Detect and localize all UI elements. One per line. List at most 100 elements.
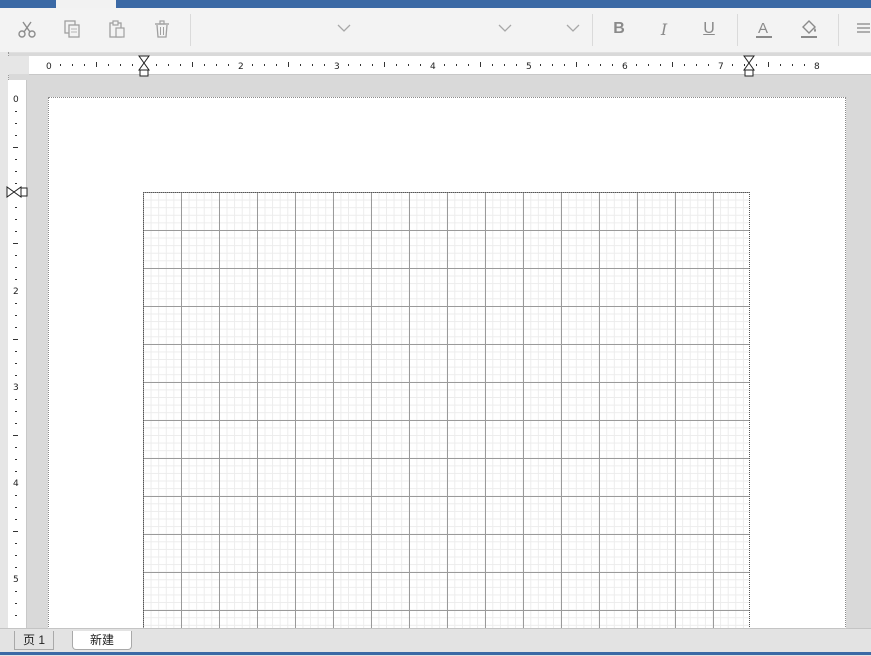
vertical-ruler-label: 5 <box>13 575 19 585</box>
ruler-tick <box>264 64 265 66</box>
toolbar-separator <box>737 14 738 46</box>
horizontal-ruler-label: 7 <box>718 62 724 72</box>
ruler-tick <box>648 64 649 66</box>
delete-button[interactable] <box>149 16 175 42</box>
ruler-tick <box>384 62 385 67</box>
style-dropdown-chevron-down-icon[interactable] <box>566 21 580 35</box>
ruler-tick <box>564 64 565 66</box>
ruler-tick <box>15 603 17 604</box>
italic-button[interactable]: I <box>651 16 677 42</box>
ruler-tick <box>15 363 17 364</box>
ruler-tick <box>396 64 397 66</box>
horizontal-ruler-label: 6 <box>622 62 628 72</box>
ruler-tick <box>15 207 17 208</box>
ruler-tick <box>15 303 17 304</box>
ruler-tick <box>756 64 757 66</box>
ruler-tick <box>156 64 157 66</box>
ruler-tick <box>732 64 733 66</box>
ruler-tick <box>660 64 661 66</box>
align-lines-icon <box>856 23 870 33</box>
font-color-button[interactable]: A <box>751 16 777 42</box>
ruler-tick <box>168 64 169 66</box>
ruler-tick <box>768 62 769 67</box>
title-bar <box>0 0 871 8</box>
ruler-tick <box>15 447 17 448</box>
page-tab-1[interactable]: 页 1 <box>14 631 55 650</box>
vertical-ruler-label: 2 <box>13 287 19 297</box>
new-page-tab[interactable]: 新建 <box>72 631 132 650</box>
ruler-tick <box>15 495 17 496</box>
ruler-tick <box>684 64 685 66</box>
bold-button[interactable]: B <box>606 16 632 42</box>
vertical-ruler-scale: 0 2 3 4 5 <box>13 95 19 616</box>
scissors-icon <box>18 21 36 38</box>
horizontal-ruler-label: 0 <box>46 62 52 72</box>
ruler-tick <box>492 64 493 66</box>
copy-button[interactable] <box>59 16 85 42</box>
ruler-tick <box>120 64 121 66</box>
ruler-tick <box>13 531 18 532</box>
ruler-tick <box>15 507 17 508</box>
vertical-ruler[interactable]: 0 2 3 4 5 <box>8 80 27 628</box>
ruler-tick <box>15 375 17 376</box>
trash-icon <box>155 20 169 38</box>
ruler-tick <box>324 64 325 66</box>
ruler-tick <box>15 411 17 412</box>
left-margin-marker-icon[interactable] <box>138 55 150 77</box>
ruler-tick <box>588 64 589 66</box>
ruler-tick <box>15 351 17 352</box>
paste-button[interactable] <box>104 16 130 42</box>
vertical-ruler-label: 0 <box>13 95 19 105</box>
ruler-tick <box>516 64 517 66</box>
toolbar-separator <box>190 14 191 46</box>
ruler-tick <box>13 147 18 148</box>
font-size-dropdown-chevron-down-icon[interactable] <box>498 21 512 35</box>
ruler-tick <box>15 255 17 256</box>
ruler-tick <box>252 64 253 66</box>
drawing-grid[interactable] <box>143 192 750 629</box>
horizontal-ruler-label: 2 <box>238 62 244 72</box>
ruler-tick <box>444 64 445 66</box>
ruler-tick <box>15 135 17 136</box>
ruler-tick <box>15 231 17 232</box>
ruler-tick <box>312 64 313 66</box>
ruler-tick <box>15 591 17 592</box>
horizontal-ruler-label: 4 <box>430 62 436 72</box>
ruler-tick <box>408 64 409 66</box>
vertical-ruler-label: 4 <box>13 479 19 489</box>
ruler-tick <box>780 64 781 66</box>
underline-button[interactable]: U <box>696 16 722 42</box>
ruler-tick <box>15 615 17 616</box>
ruler-tick <box>576 62 577 67</box>
ruler-tick <box>468 64 469 66</box>
font-color-icon: A <box>756 20 772 38</box>
ruler-tick <box>15 315 17 316</box>
ruler-tick <box>480 62 481 67</box>
fill-color-button[interactable] <box>796 16 822 42</box>
ruler-tick <box>540 64 541 66</box>
ruler-tick <box>15 171 17 172</box>
ruler-tick <box>15 567 17 568</box>
right-margin-marker-icon[interactable] <box>743 55 755 77</box>
active-ribbon-tab[interactable] <box>56 0 116 8</box>
ruler-corner <box>8 56 29 74</box>
horizontal-ruler-label: 5 <box>526 62 532 72</box>
ruler-tick <box>216 64 217 66</box>
align-button[interactable] <box>852 16 871 42</box>
ruler-tick <box>192 62 193 67</box>
horizontal-ruler-label: 8 <box>814 62 820 72</box>
ruler-tick <box>456 64 457 66</box>
top-margin-marker-icon[interactable] <box>6 186 28 198</box>
font-color-letter: A <box>758 20 768 37</box>
ruler-tick <box>108 64 109 66</box>
ruler-tick <box>15 519 17 520</box>
ruler-tick <box>132 64 133 66</box>
ruler-tick <box>15 267 17 268</box>
cut-button[interactable] <box>14 16 40 42</box>
ruler-tick <box>15 399 17 400</box>
font-family-dropdown-chevron-down-icon[interactable] <box>337 21 351 35</box>
ruler-tick <box>15 279 17 280</box>
ruler-tick <box>15 159 17 160</box>
ruler-tick <box>15 423 17 424</box>
ruler-tick <box>600 64 601 66</box>
